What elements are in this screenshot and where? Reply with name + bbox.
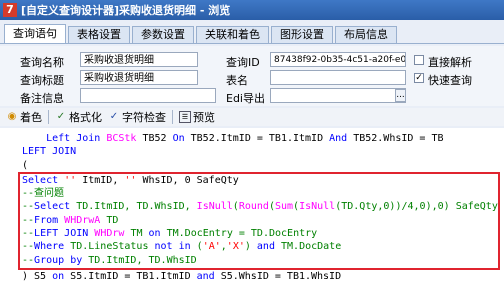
sql-editor[interactable]: Left Join BCStk TB52 On TB52.ItmID = TB1… [0,128,504,284]
char-check-button[interactable]: ✓ 字符检查 [108,109,166,125]
query-title-field[interactable]: 采购收退货明细 [80,70,198,85]
edi-export-browse-button[interactable]: ... [395,89,406,102]
code-line: Left Join BCStk TB52 On TB52.ItmID = TB1… [46,133,444,144]
tab-1[interactable]: 表格设置 [68,26,130,43]
note-field[interactable] [80,88,216,103]
preview-button-label: 预览 [193,111,215,124]
editor-toolbar: ◉ 着色 ✓ 格式化 ✓ 字符检查 ☰ 预览 [0,108,504,126]
code-line: ) S5 on S5.ItmID = TB1.ItmID and S5.WhsI… [22,271,342,282]
query-name-field[interactable]: 采购收退货明细 [80,52,198,67]
preview-button[interactable]: ☰ 预览 [179,109,215,125]
query-id-field[interactable]: 87438f92-0b35-4c51-a20f-e044 [270,52,406,67]
edi-export-label: Edi导出 [226,92,265,105]
window-title: [自定义查询设计器]采购收退货明细 - 浏览 [21,4,231,17]
query-title-label: 查询标题 [20,74,64,87]
note-label: 备注信息 [20,92,64,105]
tab-5[interactable]: 布局信息 [335,26,397,43]
window-titlebar: 7 [自定义查询设计器]采购收退货明细 - 浏览 [0,0,504,20]
table-name-field[interactable] [270,70,406,85]
toolbar-separator [172,110,173,124]
palette-icon: ◉ [7,111,17,122]
tab-3[interactable]: 关联和着色 [196,26,269,43]
color-button-label: 着色 [20,111,42,124]
tab-4[interactable]: 图形设置 [271,26,333,43]
table-name-label: 表名 [226,74,248,87]
query-form: 查询名称 采购收退货明细 查询ID 87438f92-0b35-4c51-a20… [0,46,504,106]
edi-export-field[interactable] [270,88,406,103]
query-id-label: 查询ID [226,56,260,69]
tab-0[interactable]: 查询语句 [4,24,66,43]
code-line: ( [22,160,29,171]
fast-query-checkbox[interactable]: ✓ [414,73,424,83]
query-name-label: 查询名称 [20,56,64,69]
tab-bar: 查询语句 表格设置 参数设置 关联和着色 图形设置 布局信息 [0,24,504,44]
format-button[interactable]: ✓ 格式化 [55,109,102,125]
toolbar-separator [48,110,49,124]
char-check-button-label: 字符检查 [122,111,166,124]
preview-icon: ☰ [179,111,191,123]
spell-check-icon: ✓ [109,111,119,122]
app-icon: 7 [3,3,17,17]
format-button-label: 格式化 [69,111,102,124]
direct-parse-label: 直接解析 [428,56,472,69]
direct-parse-checkbox[interactable] [414,55,424,65]
color-button[interactable]: ◉ 着色 [6,109,42,125]
code-line: LEFT JOIN [22,146,77,157]
highlight-box [18,172,500,270]
fast-query-label: 快速查询 [428,74,472,87]
check-icon: ✓ [56,111,66,122]
tab-2[interactable]: 参数设置 [132,26,194,43]
